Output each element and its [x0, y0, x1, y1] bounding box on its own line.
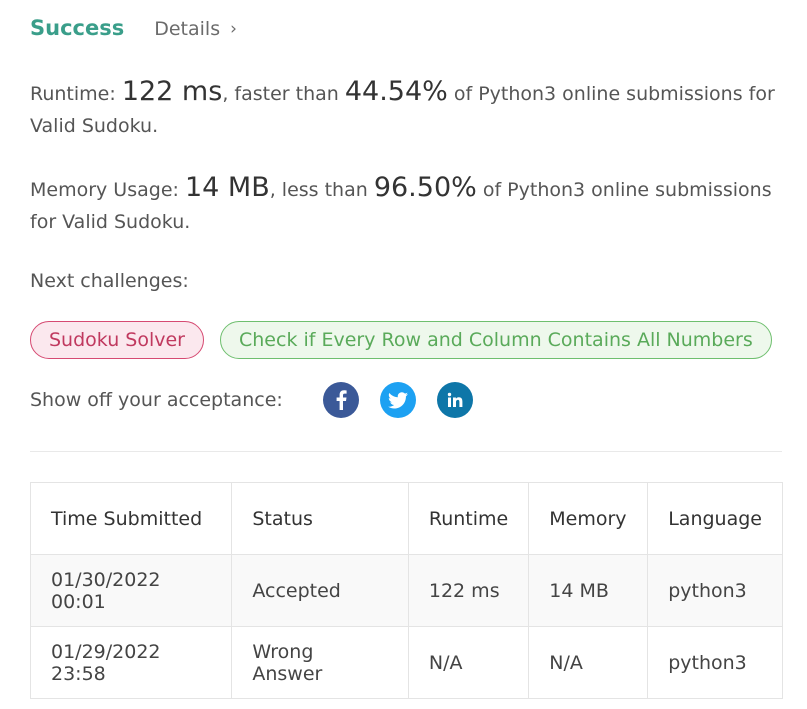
memory-comparison: , less than: [269, 179, 374, 201]
table-row: 01/30/2022 00:01 Accepted 122 ms 14 MB p…: [29, 554, 783, 627]
memory-value: 14 MB: [184, 172, 270, 203]
header-runtime: Runtime: [407, 482, 530, 555]
memory-stat: Memory Usage: 14 MB, less than 96.50% of…: [30, 172, 790, 238]
result-header: Success Details ›: [30, 16, 237, 40]
next-challenges-label: Next challenges:: [30, 270, 189, 292]
cell-language: python3: [647, 554, 783, 627]
twitter-icon: [387, 391, 408, 408]
facebook-icon: [336, 390, 347, 410]
runtime-stat: Runtime: 122 ms, faster than 44.54% of P…: [30, 76, 790, 142]
linkedin-share-button[interactable]: [436, 382, 473, 418]
header-memory: Memory: [528, 482, 649, 555]
next-challenges-list: Sudoku Solver Check if Every Row and Col…: [30, 321, 772, 359]
table-header-row: Time Submitted Status Runtime Memory Lan…: [29, 482, 783, 555]
memory-label: Memory Usage:: [30, 179, 185, 201]
section-divider: [30, 451, 782, 452]
cell-memory: 14 MB: [528, 554, 649, 627]
linkedin-icon: [447, 392, 463, 407]
cell-language: python3: [647, 626, 783, 699]
table-row: 01/29/2022 23:58 Wrong Answer N/A N/A py…: [29, 626, 783, 699]
twitter-share-button[interactable]: [379, 382, 416, 418]
share-section: Show off your acceptance:: [30, 382, 494, 418]
submissions-table: Time Submitted Status Runtime Memory Lan…: [29, 482, 783, 699]
runtime-label: Runtime:: [30, 83, 122, 105]
cell-time: 01/29/2022 23:58: [29, 626, 233, 699]
result-status: Success: [30, 16, 125, 40]
header-time-submitted: Time Submitted: [29, 482, 233, 555]
cell-runtime: N/A: [407, 626, 530, 699]
cell-runtime: 122 ms: [407, 554, 530, 627]
cell-time: 01/30/2022 00:01: [29, 554, 233, 627]
details-link[interactable]: Details ›: [154, 18, 237, 40]
runtime-value: 122 ms: [121, 76, 223, 107]
runtime-percent: 44.54%: [344, 76, 448, 107]
status-link-wrong-answer[interactable]: Wrong Answer: [231, 626, 409, 699]
runtime-comparison: , faster than: [222, 83, 345, 105]
challenge-sudoku-solver[interactable]: Sudoku Solver: [30, 321, 204, 359]
memory-percent: 96.50%: [373, 172, 477, 203]
challenge-check-every-row-column[interactable]: Check if Every Row and Column Contains A…: [220, 321, 772, 359]
details-label: Details: [154, 18, 221, 40]
header-status: Status: [231, 482, 409, 555]
cell-memory: N/A: [528, 626, 649, 699]
status-link-accepted[interactable]: Accepted: [231, 554, 409, 627]
header-language: Language: [647, 482, 783, 555]
facebook-share-button[interactable]: [322, 382, 359, 418]
share-label: Show off your acceptance:: [30, 389, 283, 411]
chevron-right-icon: ›: [230, 19, 237, 39]
